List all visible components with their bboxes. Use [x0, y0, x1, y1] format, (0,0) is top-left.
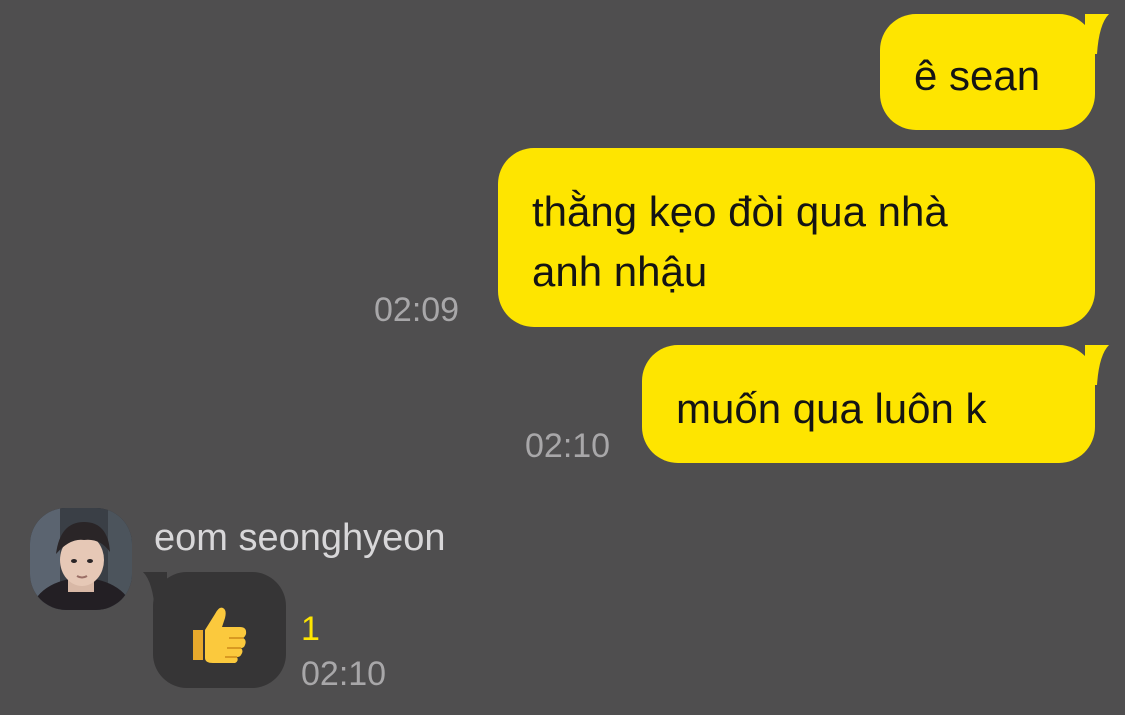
- outgoing-message-bubble[interactable]: muốn qua luôn k: [642, 345, 1109, 463]
- avatar-photo: [30, 508, 132, 610]
- outgoing-message-bubble[interactable]: ê sean: [880, 14, 1109, 130]
- outgoing-message-bubble[interactable]: thằng kẹo đòi qua nhà anh nhậu: [498, 148, 1095, 327]
- message-timestamp: 02:10: [525, 427, 611, 465]
- message-timestamp: 02:09: [374, 291, 460, 329]
- message-text: ê sean: [914, 52, 1041, 99]
- incoming-message-bubble[interactable]: [143, 572, 286, 688]
- bubble-tail: [1085, 14, 1109, 54]
- bubble-tail: [1085, 345, 1109, 385]
- thumbs-up-icon: [193, 607, 247, 663]
- unread-count: 1: [301, 610, 320, 648]
- message-text-line: thằng kẹo đòi qua nhà: [532, 188, 948, 235]
- message-text: muốn qua luôn k: [676, 385, 987, 432]
- message-timestamp: 02:10: [301, 655, 387, 693]
- sender-name: eom seonghyeon: [154, 517, 446, 559]
- bubble-tail: [143, 572, 167, 612]
- avatar[interactable]: [30, 508, 132, 610]
- message-text-line: anh nhậu: [532, 248, 708, 295]
